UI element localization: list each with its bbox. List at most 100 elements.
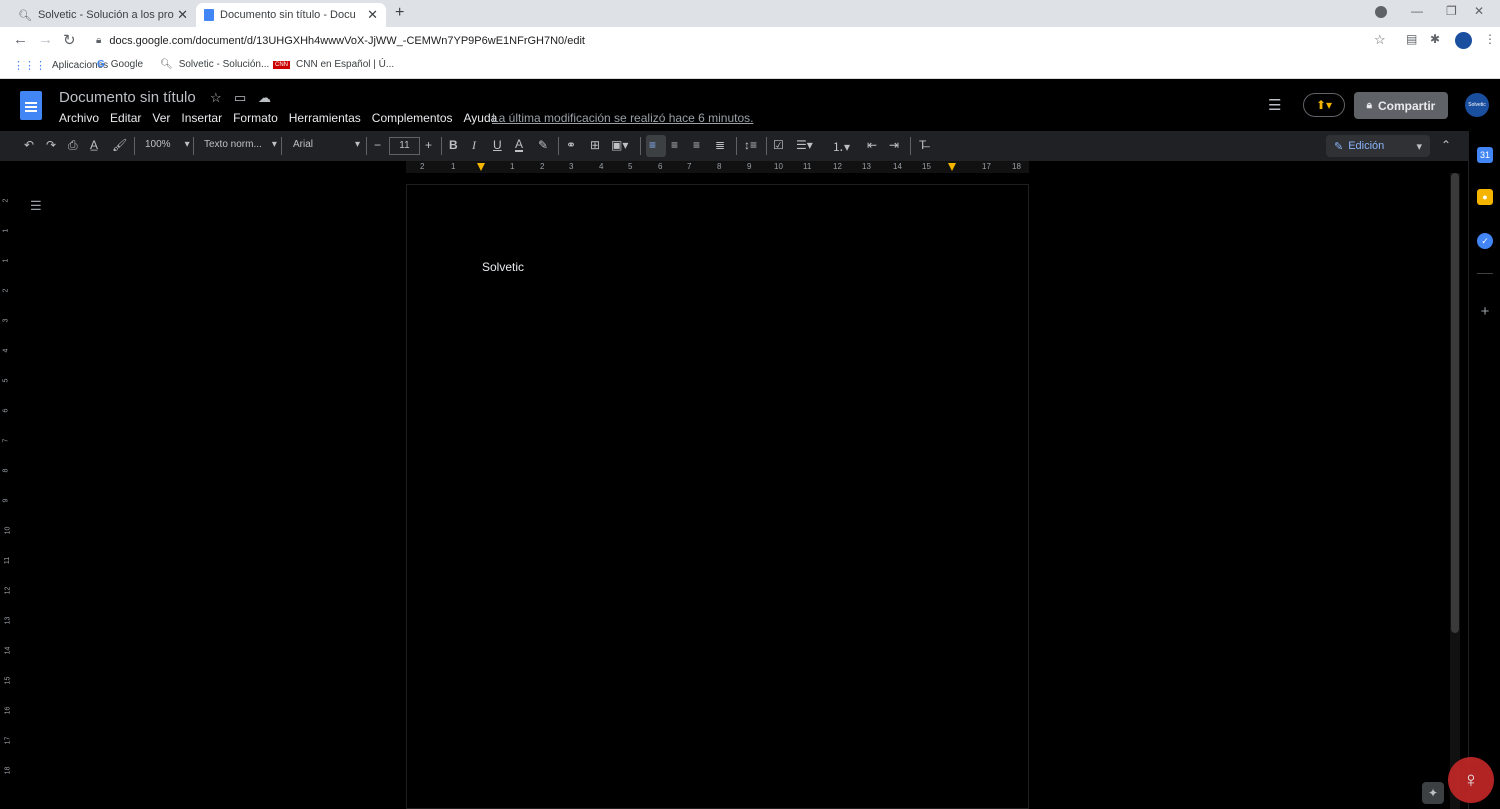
font-select[interactable]: Arial ▾	[293, 139, 360, 150]
add-comment-icon[interactable]: ⊞	[590, 138, 600, 152]
bookmark-label: Solvetic - Solución...	[178, 59, 270, 70]
ruler-number: 14	[4, 646, 12, 655]
italic-icon[interactable]: I	[472, 138, 476, 153]
paint-format-icon[interactable]: 🖌︎	[112, 138, 127, 152]
numbered-list-icon[interactable]: ⒈▾	[832, 138, 850, 155]
last-modified-link[interactable]: La última modificación se realizó hace 6…	[492, 111, 753, 125]
bulleted-list-icon[interactable]: ☰▾	[796, 138, 813, 152]
text-color-icon[interactable]: A	[515, 138, 524, 152]
scrollbar-thumb[interactable]	[1451, 173, 1459, 633]
lock-icon: 🔒︎	[1366, 100, 1372, 111]
print-icon[interactable]: ⎙	[68, 138, 78, 153]
checklist-icon[interactable]: ☑	[773, 138, 784, 152]
chevron-down-icon: ▾	[184, 139, 190, 150]
mode-label: Edición	[1348, 140, 1385, 152]
calendar-icon[interactable]: 31	[1477, 147, 1493, 163]
close-icon[interactable]: ✕	[177, 7, 188, 23]
ruler-number: 6	[2, 408, 10, 413]
clear-formatting-icon[interactable]: T̶	[919, 138, 926, 152]
bookmark-star-icon[interactable]: ☆	[1374, 32, 1386, 48]
horizontal-ruler[interactable]: 2 1 1 2 3 4 5 6 7 8 9 10 11 12 13 14 15 17 18	[0, 161, 1460, 173]
bookmark-apps[interactable]: ⋮⋮⋮ Aplicaciones	[13, 59, 108, 72]
maximize-icon[interactable]: ❐	[1446, 4, 1457, 18]
document-page[interactable]	[406, 184, 1029, 809]
justify-icon[interactable]: ≣	[715, 138, 725, 152]
star-icon[interactable]: ☆	[210, 90, 222, 106]
increase-indent-icon[interactable]: ⇥	[889, 138, 899, 152]
font-size-input[interactable]: 11	[389, 137, 420, 155]
ruler-number: 4	[2, 348, 10, 353]
menu-insertar[interactable]: Insertar	[181, 111, 222, 125]
document-body-text[interactable]: Solvetic	[482, 260, 524, 274]
ruler-number: 2	[420, 162, 425, 171]
back-icon[interactable]: ←	[13, 31, 28, 48]
document-outline-icon[interactable]: ☰	[30, 198, 42, 214]
menu-archivo[interactable]: Archivo	[59, 111, 99, 125]
browser-toolbar: ← → ↻ 🔒︎ docs.google.com/document/d/13UH…	[0, 27, 1500, 54]
tasks-icon[interactable]: ✓	[1477, 233, 1493, 249]
address-bar[interactable]: 🔒︎ docs.google.com/document/d/13UHGXHh4w…	[88, 30, 1398, 51]
minimize-icon[interactable]: —	[1411, 4, 1423, 18]
docs-logo-icon[interactable]	[20, 91, 42, 120]
ruler-number: 16	[4, 706, 12, 715]
add-addon-icon[interactable]: +	[1477, 303, 1493, 320]
line-spacing-icon[interactable]: ↕≡	[744, 138, 757, 152]
hide-menus-icon[interactable]: ⌃	[1441, 138, 1451, 152]
profile-avatar-icon[interactable]	[1455, 32, 1472, 49]
ruler-number: 10	[4, 526, 12, 535]
present-button[interactable]: ⬆▾	[1303, 93, 1345, 117]
ruler-number: 4	[599, 162, 604, 171]
bold-icon[interactable]: B	[449, 138, 458, 152]
extensions-icon[interactable]: ✱	[1430, 32, 1440, 46]
keep-icon[interactable]: ●	[1477, 189, 1493, 205]
underline-icon[interactable]: U	[493, 138, 502, 152]
ruler-number: 1	[2, 228, 10, 233]
explore-icon[interactable]: ✦	[1422, 782, 1444, 804]
editing-mode-select[interactable]: ✎ Edición ▾	[1326, 135, 1430, 157]
reading-list-icon[interactable]: ▤	[1406, 32, 1417, 46]
profile-menu-icon[interactable]	[1375, 6, 1387, 18]
align-left-icon[interactable]: ≡	[649, 138, 656, 152]
share-button[interactable]: 🔒︎ Compartir	[1354, 92, 1448, 119]
menu-editar[interactable]: Editar	[110, 111, 141, 125]
zoom-select[interactable]: 100% ▾	[145, 139, 190, 150]
tab-documento[interactable]: Documento sin título - Documen ✕	[196, 3, 386, 27]
vertical-scrollbar[interactable]	[1450, 173, 1460, 809]
close-icon[interactable]: ✕	[367, 7, 378, 23]
align-center-icon[interactable]: ≡	[671, 138, 678, 152]
menu-herramientas[interactable]: Herramientas	[289, 111, 361, 125]
reload-icon[interactable]: ↻	[63, 31, 76, 49]
ruler-number: 7	[687, 162, 692, 171]
comment-history-icon[interactable]: ☰	[1268, 96, 1281, 114]
ruler-number: 13	[4, 616, 12, 625]
menu-ver[interactable]: Ver	[152, 111, 170, 125]
bookmark-google[interactable]: G Google	[97, 59, 143, 70]
close-window-icon[interactable]: ✕	[1474, 4, 1484, 18]
menu-complementos[interactable]: Complementos	[372, 111, 453, 125]
menu-formato[interactable]: Formato	[233, 111, 278, 125]
new-tab-button[interactable]: +	[395, 4, 404, 22]
bookmark-cnn[interactable]: CNN CNN en Español | Ú...	[273, 59, 394, 70]
decrease-indent-icon[interactable]: ⇤	[867, 138, 877, 152]
redo-icon[interactable]: ↷	[46, 138, 56, 152]
ruler-number: 9	[2, 498, 10, 503]
forward-icon[interactable]: →	[38, 31, 53, 48]
move-folder-icon[interactable]: ▭	[234, 90, 246, 106]
undo-icon[interactable]: ↶	[24, 138, 34, 152]
bookmark-solvetic[interactable]: 🔍︎ Solvetic - Solución...	[160, 59, 269, 70]
cloud-status-icon[interactable]: ☁	[258, 90, 271, 106]
avatar[interactable]: Solvetic	[1465, 93, 1489, 117]
spellcheck-icon[interactable]: A̲	[90, 138, 98, 152]
decrease-font-size-icon[interactable]: −	[374, 138, 381, 152]
highlight-icon[interactable]: ✎	[538, 138, 548, 152]
style-select[interactable]: Texto norm... ▾	[204, 139, 277, 150]
increase-font-size-icon[interactable]: +	[425, 138, 432, 152]
vertical-ruler[interactable]: 2 1 1 2 3 4 5 6 7 8 9 10 11 12 13 14 15 16 17 18	[0, 173, 14, 809]
tab-solvetic[interactable]: 🔍︎ Solvetic - Solución a los problem ✕	[10, 3, 196, 27]
insert-link-icon[interactable]: ⚭	[566, 138, 576, 152]
insert-image-icon[interactable]: ▣▾	[611, 138, 628, 152]
align-right-icon[interactable]: ≡	[693, 138, 700, 152]
browser-menu-icon[interactable]: ⋮	[1484, 32, 1496, 46]
solvetic-watermark-icon: ♀	[1448, 757, 1494, 803]
document-title[interactable]: Documento sin título	[59, 89, 196, 106]
